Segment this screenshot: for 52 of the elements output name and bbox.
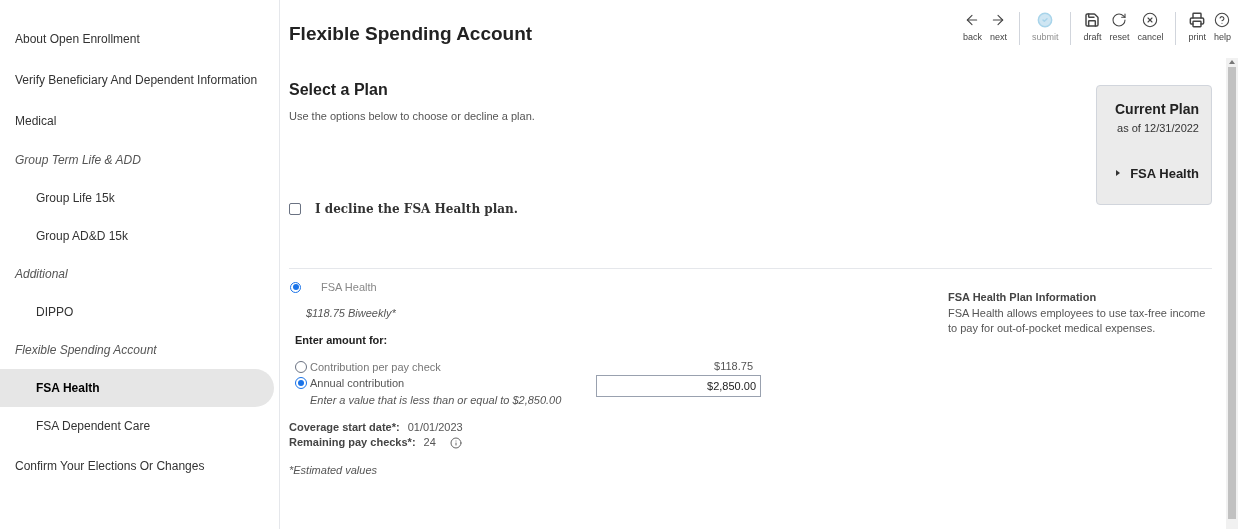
sidebar-item[interactable]: FSA Dependent Care [0, 407, 274, 445]
check-icon [1037, 12, 1054, 28]
footnote: *Estimated values [289, 463, 379, 478]
section-description: Use the options below to choose or decline a plan. [289, 109, 535, 124]
info-icon[interactable] [449, 436, 462, 449]
toolbar-button[interactable]: back [958, 12, 986, 45]
toolbar-button[interactable]: help [1210, 12, 1235, 45]
coverage-value: 01/01/2023 [407, 420, 463, 435]
plan-name: FSA Health [321, 280, 377, 295]
sidebar-item[interactable]: Group Life 15k [0, 179, 274, 217]
amount-field[interactable]: $2,850.00 [596, 375, 761, 397]
plan-info-text: FSA Health allows employees to use tax-free income to pay for out-of-pocket medical expenses. [948, 305, 1207, 336]
sidebar-item[interactable]: Verify Beneficiary And Dependent Information [0, 59, 274, 100]
sidebar-group-label: Additional [13, 266, 69, 283]
plan-cost: $118.75 Biweekly* [306, 305, 397, 321]
help-icon [1214, 12, 1231, 28]
current-plan-name[interactable]: FSA Health [1130, 163, 1199, 183]
sidebar-group-label: Group Term Life & ADD [14, 152, 142, 169]
coverage-label: Coverage start date*: [289, 420, 400, 435]
plan-info-title: FSA Health Plan Information [948, 290, 1098, 305]
section-title: Select a Plan [289, 80, 389, 100]
option-label: Contribution per pay check [310, 359, 441, 375]
toolbar-button[interactable]: draft [1079, 12, 1106, 45]
sidebar-item[interactable]: DIPPO [0, 293, 274, 331]
save-icon [1084, 12, 1101, 28]
option-amount: $118.75 [713, 358, 754, 374]
scroll-up-icon[interactable] [1229, 60, 1235, 64]
toolbar-button[interactable]: reset [1105, 12, 1134, 45]
option-label: Annual contribution [310, 376, 405, 391]
scrollbar[interactable] [1226, 58, 1238, 529]
sidebar-item[interactable]: Medical [0, 100, 274, 141]
amount-heading: Enter amount for: [295, 333, 389, 348]
sidebar-item[interactable]: Confirm Your Elections Or Changes [0, 445, 274, 486]
toolbar-button[interactable]: print [1184, 12, 1210, 45]
current-plan-title: Current Plan [1115, 100, 1199, 119]
toolbar-button[interactable]: cancel [1133, 12, 1168, 45]
remaining-value: 24 [423, 435, 436, 450]
sidebar-group-label: Flexible Spending Account [14, 342, 158, 359]
remaining-label: Remaining pay checks*: [289, 435, 416, 450]
current-plan-date: as of 12/31/2022 [1117, 121, 1199, 136]
sidebar-item[interactable]: About Open Enrollment [0, 18, 274, 59]
sidebar-item[interactable]: FSA Health [0, 369, 274, 407]
checkbox[interactable] [289, 203, 301, 215]
print-icon [1189, 12, 1206, 28]
toolbar-button[interactable]: next [985, 12, 1011, 45]
close-icon [1142, 12, 1159, 28]
option-hint: Enter a value that is less than or equal to $2,850.00 [310, 392, 563, 408]
caret-icon [1116, 170, 1121, 177]
sidebar-item[interactable]: Group AD&D 15k [0, 217, 274, 255]
reset-icon [1111, 12, 1128, 28]
decline-label: I decline the FSA Health plan. [315, 201, 518, 218]
page-title: Flexible Spending Account [289, 22, 533, 46]
